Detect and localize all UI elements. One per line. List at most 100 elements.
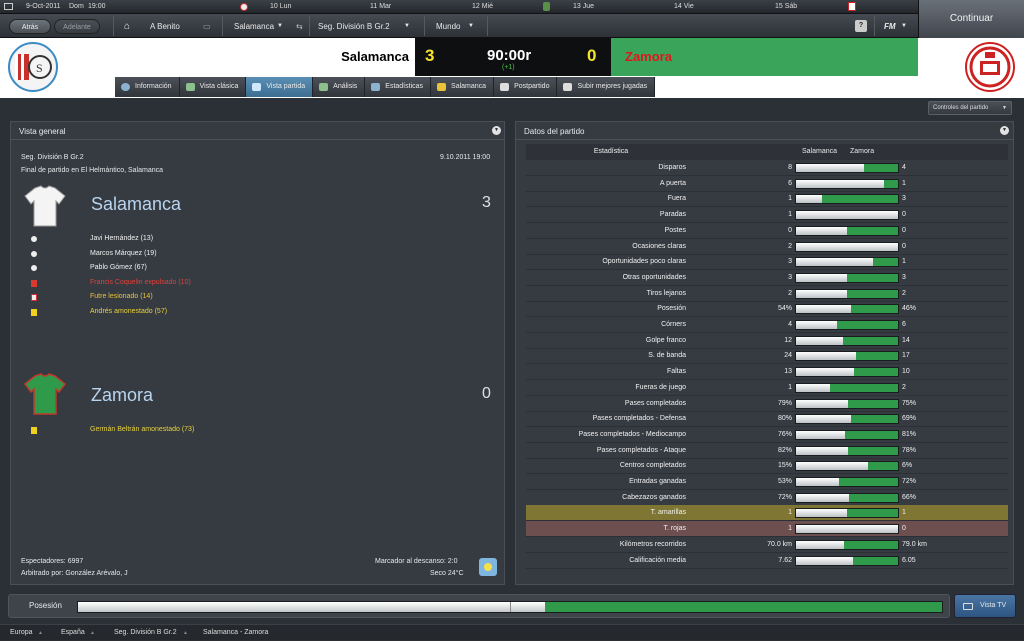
fm-dropdown-icon[interactable]: ▼ (901, 19, 907, 34)
world-dropdown-icon[interactable]: ▼ (468, 19, 474, 34)
tab-salamanca[interactable]: Salamanca (431, 77, 495, 97)
stat-label: Oportunidades poco claras (602, 258, 686, 266)
stat-home-value: 2 (788, 289, 792, 297)
weather-sun-icon (479, 558, 497, 576)
help-button[interactable]: ? (855, 20, 867, 32)
stat-label: Disparos (658, 164, 686, 171)
club-menu[interactable]: Salamanca (234, 19, 274, 34)
fixture-day-11[interactable]: 11 Mar (370, 0, 391, 14)
fixture-day-15[interactable]: 15 Sáb (775, 0, 797, 14)
breadcrumb-europa[interactable]: Europa (10, 625, 33, 641)
tv-view-button[interactable]: Vista TV (954, 594, 1016, 618)
tab-informacion[interactable]: Información (115, 77, 180, 97)
panel-menu-icon[interactable]: ▼ (1000, 126, 1009, 135)
whistle-icon (500, 83, 510, 91)
chevron-up-icon[interactable]: ▲ (90, 625, 95, 641)
stats-row: Entradas ganadas 53% 72% (526, 474, 1008, 490)
scoreboard: 3 90:00r (+1) 0 (415, 38, 611, 76)
tab-vista-clasica[interactable]: Vista clásica (179, 77, 247, 97)
stat-away-value: 4 (902, 164, 906, 171)
fm-menu[interactable]: FM (884, 19, 896, 34)
stats-row: Postes 0 0 (526, 223, 1008, 239)
match-tabs: Información Vista clásica Vista partida … (115, 77, 656, 97)
stat-home-fill (796, 540, 844, 549)
match-stats-panel: Datos del partido ▼ Estadística Salamanc… (515, 121, 1014, 585)
chevron-down-icon: ▼ (1002, 105, 1007, 111)
stats-row: Pases completados - Ataque 82% 78% (526, 443, 1008, 459)
club-dropdown-icon[interactable]: ▼ (277, 19, 283, 34)
stat-home-value: 7.62 (778, 556, 792, 564)
goal-icon (31, 236, 37, 242)
swap-icon[interactable]: ⇆ (296, 19, 303, 34)
stat-home-value: 12 (784, 336, 792, 344)
breadcrumb-espana[interactable]: España (61, 625, 85, 641)
stats-header-away: Zamora (850, 148, 875, 155)
stat-away-value: 46% (902, 305, 917, 313)
inbox-icon[interactable]: ▭ (203, 19, 211, 34)
continue-button[interactable]: Continuar (918, 0, 1024, 38)
home-score: 3 (425, 46, 435, 65)
competition-menu[interactable]: Seg. División B Gr.2 (318, 19, 390, 34)
stat-comparison-bar (795, 555, 899, 566)
stat-home-fill (796, 368, 855, 377)
menu-icon[interactable] (4, 0, 18, 14)
chevron-up-icon[interactable]: ▲ (38, 625, 43, 641)
stat-comparison-bar (795, 257, 899, 268)
tv-icon (963, 603, 973, 610)
stat-home-fill (796, 289, 847, 298)
tab-analisis[interactable]: Análisis (313, 77, 366, 97)
chevron-up-icon[interactable]: ▲ (183, 625, 188, 641)
forward-button[interactable]: Adelante (54, 19, 100, 34)
stats-row: Otras oportunidades 3 3 (526, 270, 1008, 286)
opponent-crest-icon[interactable] (848, 0, 860, 14)
panel-menu-icon[interactable]: ▼ (492, 126, 501, 135)
fixture-day-14[interactable]: 14 Vie (674, 0, 694, 14)
info-icon (121, 83, 130, 91)
yellow-card-icon (31, 308, 37, 316)
stat-home-value: 1 (788, 525, 792, 533)
tab-subir-jugadas[interactable]: Subir mejores jugadas (557, 77, 656, 97)
stat-comparison-bar (795, 241, 899, 252)
stat-away-value: 0 (902, 242, 906, 250)
stats-row: T. rojas 1 0 (526, 521, 1008, 538)
world-menu[interactable]: Mundo (436, 19, 460, 34)
stat-away-value: 79.0 km (902, 540, 927, 548)
pitch-icon (185, 83, 195, 91)
fixture-day-10[interactable]: 10 Lun (270, 0, 291, 14)
referee: Arbitrado por: González Arévalo, J (21, 570, 128, 577)
match-event: Marcos Márquez (19) (90, 249, 157, 257)
stats-row: Pases completados - Mediocampo 76% 81% (526, 427, 1008, 443)
stat-comparison-bar (795, 477, 899, 487)
home-team-name: Salamanca (325, 38, 415, 76)
tab-postpartido[interactable]: Postpartido (494, 77, 558, 97)
stat-home-fill (796, 525, 898, 534)
away-crest-icon (965, 42, 1015, 92)
manager-name[interactable]: A Benito (150, 19, 180, 34)
overview-panel: Vista general ▼ Seg. División B Gr.2 9.1… (10, 121, 505, 585)
upload-icon (563, 83, 573, 91)
stat-home-value: 76% (777, 430, 792, 438)
salamanca-crest-icon[interactable] (240, 0, 252, 14)
stat-home-value: 53% (777, 478, 792, 485)
stat-home-fill (796, 258, 873, 267)
opponent-crest-icon[interactable] (543, 0, 555, 14)
tab-vista-partida[interactable]: Vista partida (246, 77, 314, 97)
stats-row: Pases completados 79% 75% (526, 396, 1008, 412)
stat-home-fill (796, 415, 852, 424)
match-controls-dropdown[interactable]: Controles del partido ▼ (928, 101, 1012, 115)
tab-estadisticas[interactable]: Estadísticas (365, 77, 432, 97)
back-button[interactable]: Atrás (9, 19, 51, 34)
breadcrumb-competition[interactable]: Seg. División B Gr.2 (114, 625, 177, 641)
competition-dropdown-icon[interactable]: ▼ (404, 19, 410, 34)
stat-home-value: 72% (777, 493, 792, 501)
fixture-day-13[interactable]: 13 Jue (573, 0, 594, 14)
home-icon[interactable]: ⌂ (124, 19, 130, 34)
stat-label: Otras oportunidades (622, 273, 686, 281)
stat-home-value: 3 (788, 273, 792, 281)
fixture-day-12[interactable]: 12 Mié (472, 0, 493, 14)
stat-away-value: 14 (902, 336, 910, 344)
breadcrumb-match[interactable]: Salamanca - Zamora (203, 625, 268, 641)
stat-home-value: 1 (788, 383, 792, 391)
stat-away-value: 6.05 (902, 556, 916, 564)
match-venue: Final de partido en El Helmántico, Salam… (21, 167, 164, 174)
